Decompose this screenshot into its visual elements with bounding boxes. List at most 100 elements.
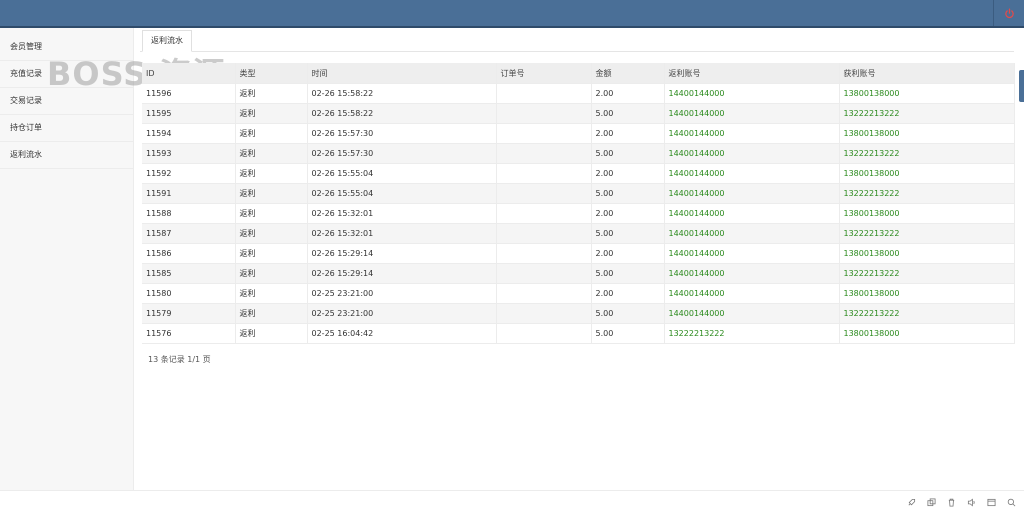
cell-profit-account: 13222213222 <box>839 303 1015 324</box>
cell-time: 02-26 15:58:22 <box>307 83 497 104</box>
cell-rebate-account: 14400144000 <box>664 223 840 244</box>
col-header-profit-account[interactable]: 获利账号 <box>839 63 1015 84</box>
cell-id: 11593 <box>142 143 236 164</box>
rebate-table: ID 类型 时间 订单号 金额 返利账号 获利账号 11596 返利 02-26 1… <box>142 63 1015 344</box>
power-button[interactable] <box>993 0 1024 26</box>
table-row[interactable]: 11595 返利 02-26 15:58:22 5.00 14400144000 1322… <box>142 103 1015 124</box>
cell-order <box>496 143 592 164</box>
cell-rebate-account: 14400144000 <box>664 203 840 224</box>
cell-time: 02-26 15:32:01 <box>307 223 497 244</box>
sidebar-item-rebates[interactable]: 返利流水 <box>0 142 133 169</box>
col-header-rebate-account[interactable]: 返利账号 <box>664 63 840 84</box>
cell-id: 11585 <box>142 263 236 284</box>
copy-icon[interactable] <box>927 492 936 507</box>
cell-profit-account: 13222213222 <box>839 183 1015 204</box>
cell-rebate-account: 14400144000 <box>664 103 840 124</box>
cell-amount: 5.00 <box>591 323 665 344</box>
table-body: 11596 返利 02-26 15:58:22 2.00 14400144000 1380… <box>142 83 1015 344</box>
table-row[interactable]: 11594 返利 02-26 15:57:30 2.00 14400144000 1380… <box>142 123 1015 144</box>
cell-time: 02-25 23:21:00 <box>307 303 497 324</box>
table-header-row: ID 类型 时间 订单号 金额 返利账号 获利账号 <box>142 63 1015 84</box>
sidebar-item-transactions[interactable]: 交易记录 <box>0 88 133 115</box>
cell-type: 返利 <box>235 323 308 344</box>
cell-profit-account: 13222213222 <box>839 143 1015 164</box>
side-scroll-handle[interactable] <box>1019 70 1024 102</box>
cell-rebate-account: 14400144000 <box>664 183 840 204</box>
table-row[interactable]: 11593 返利 02-26 15:57:30 5.00 14400144000 1322… <box>142 143 1015 164</box>
col-header-amount[interactable]: 金额 <box>591 63 665 84</box>
cell-amount: 5.00 <box>591 303 665 324</box>
cell-type: 返利 <box>235 283 308 304</box>
cell-amount: 2.00 <box>591 123 665 144</box>
table-row[interactable]: 11592 返利 02-26 15:55:04 2.00 14400144000 1380… <box>142 163 1015 184</box>
cell-profit-account: 13800138000 <box>839 163 1015 184</box>
cell-amount: 2.00 <box>591 163 665 184</box>
cell-profit-account: 13800138000 <box>839 203 1015 224</box>
cell-rebate-account: 14400144000 <box>664 123 840 144</box>
cell-type: 返利 <box>235 303 308 324</box>
rocket-icon[interactable] <box>907 492 916 506</box>
bottom-toolbar <box>0 490 1024 507</box>
window-icon[interactable] <box>987 492 996 507</box>
sidebar: 会员管理 充值记录 交易记录 持仓订单 返利流水 <box>0 28 134 491</box>
search-icon[interactable] <box>1007 492 1016 507</box>
cell-type: 返利 <box>235 83 308 104</box>
cell-type: 返利 <box>235 263 308 284</box>
cell-profit-account: 13800138000 <box>839 323 1015 344</box>
sidebar-item-positions[interactable]: 持仓订单 <box>0 115 133 142</box>
cell-order <box>496 283 592 304</box>
cell-rebate-account: 14400144000 <box>664 303 840 324</box>
sidebar-item-members[interactable]: 会员管理 <box>0 34 133 61</box>
col-header-id[interactable]: ID <box>142 63 236 84</box>
cell-profit-account: 13800138000 <box>839 83 1015 104</box>
cell-id: 11580 <box>142 283 236 304</box>
cell-amount: 5.00 <box>591 263 665 284</box>
col-header-time[interactable]: 时间 <box>307 63 497 84</box>
cell-order <box>496 323 592 344</box>
table-row[interactable]: 11596 返利 02-26 15:58:22 2.00 14400144000 1380… <box>142 83 1015 104</box>
table-row[interactable]: 11580 返利 02-25 23:21:00 2.00 14400144000 1380… <box>142 283 1015 304</box>
table-row[interactable]: 11586 返利 02-26 15:29:14 2.00 14400144000 1380… <box>142 243 1015 264</box>
cell-order <box>496 263 592 284</box>
table-row[interactable]: 11579 返利 02-25 23:21:00 5.00 14400144000 1322… <box>142 303 1015 324</box>
cell-profit-account: 13222213222 <box>839 103 1015 124</box>
col-header-type[interactable]: 类型 <box>235 63 308 84</box>
cell-amount: 5.00 <box>591 103 665 124</box>
cell-amount: 2.00 <box>591 83 665 104</box>
cell-rebate-account: 14400144000 <box>664 83 840 104</box>
table-row[interactable]: 11585 返利 02-26 15:29:14 5.00 14400144000 1322… <box>142 263 1015 284</box>
col-header-order[interactable]: 订单号 <box>496 63 592 84</box>
table-row[interactable]: 11576 返利 02-25 16:04:42 5.00 13222213222 1380… <box>142 323 1015 344</box>
trash-icon[interactable] <box>947 492 956 507</box>
top-bar <box>0 0 1024 28</box>
volume-icon[interactable] <box>967 492 976 507</box>
tab-rebates[interactable]: 返利流水 <box>142 30 192 52</box>
cell-profit-account: 13222213222 <box>839 223 1015 244</box>
cell-order <box>496 83 592 104</box>
cell-type: 返利 <box>235 183 308 204</box>
cell-rebate-account: 14400144000 <box>664 163 840 184</box>
cell-id: 11576 <box>142 323 236 344</box>
cell-order <box>496 103 592 124</box>
cell-time: 02-25 23:21:00 <box>307 283 497 304</box>
cell-order <box>496 123 592 144</box>
table-row[interactable]: 11591 返利 02-26 15:55:04 5.00 14400144000 1322… <box>142 183 1015 204</box>
cell-id: 11586 <box>142 243 236 264</box>
table-row[interactable]: 11588 返利 02-26 15:32:01 2.00 14400144000 1380… <box>142 203 1015 224</box>
cell-rebate-account: 14400144000 <box>664 143 840 164</box>
cell-id: 11591 <box>142 183 236 204</box>
cell-profit-account: 13800138000 <box>839 243 1015 264</box>
cell-type: 返利 <box>235 223 308 244</box>
cell-id: 11587 <box>142 223 236 244</box>
cell-order <box>496 163 592 184</box>
power-icon <box>1004 4 1015 23</box>
cell-rebate-account: 14400144000 <box>664 263 840 284</box>
cell-amount: 5.00 <box>591 183 665 204</box>
sidebar-item-recharge[interactable]: 充值记录 <box>0 61 133 88</box>
cell-order <box>496 183 592 204</box>
cell-time: 02-25 16:04:42 <box>307 323 497 344</box>
table-row[interactable]: 11587 返利 02-26 15:32:01 5.00 14400144000 1322… <box>142 223 1015 244</box>
cell-profit-account: 13800138000 <box>839 283 1015 304</box>
cell-amount: 2.00 <box>591 203 665 224</box>
cell-type: 返利 <box>235 203 308 224</box>
